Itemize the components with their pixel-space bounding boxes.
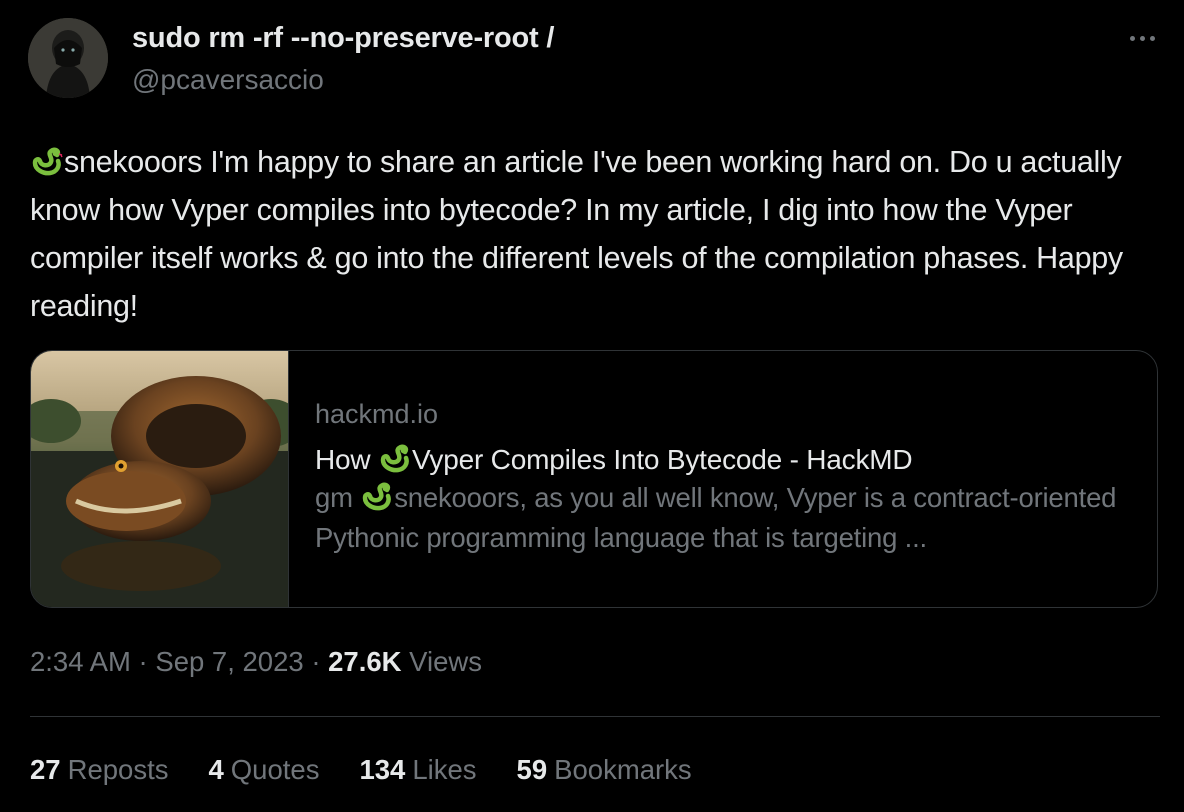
stat-count: 134 bbox=[359, 754, 406, 785]
stat-count: 4 bbox=[208, 754, 224, 785]
avatar[interactable] bbox=[28, 18, 108, 98]
card-title-suffix: Vyper Compiles Into Bytecode - HackMD bbox=[412, 444, 913, 475]
card-desc-suffix: snekooors, as you all well know, Vyper i… bbox=[315, 482, 1117, 553]
stat-bookmarks[interactable]: 59 Bookmarks bbox=[517, 754, 692, 786]
card-desc-prefix: gm bbox=[315, 482, 361, 513]
stat-likes[interactable]: 134 Likes bbox=[359, 754, 476, 786]
stat-reposts[interactable]: 27 Reposts bbox=[30, 754, 168, 786]
card-title-prefix: How bbox=[315, 444, 378, 475]
stat-label: Quotes bbox=[230, 754, 320, 785]
snake-icon bbox=[362, 482, 392, 511]
card-title: How Vyper Compiles Into Bytecode - HackM… bbox=[315, 443, 1145, 476]
views-label: Views bbox=[409, 646, 483, 677]
stat-label: Reposts bbox=[67, 754, 169, 785]
tweet-time[interactable]: 2:34 AM bbox=[30, 646, 131, 677]
stat-label: Likes bbox=[412, 754, 477, 785]
snake-icon bbox=[32, 147, 63, 176]
more-options-icon[interactable] bbox=[1124, 24, 1160, 52]
tweet-text: snekooors I'm happy to share an article … bbox=[30, 138, 1160, 330]
card-description: gm snekooors, as you all well know, Vype… bbox=[315, 478, 1145, 558]
tweet-date[interactable]: Sep 7, 2023 bbox=[155, 646, 303, 677]
stat-count: 27 bbox=[30, 754, 61, 785]
link-card[interactable]: hackmd.io How Vyper Compiles Into Byteco… bbox=[30, 350, 1158, 608]
handle[interactable]: @pcaversaccio bbox=[132, 64, 324, 96]
card-domain: hackmd.io bbox=[315, 399, 439, 429]
display-name[interactable]: sudo rm -rf --no-preserve-root / bbox=[132, 22, 554, 55]
tweet-body: snekooors I'm happy to share an article … bbox=[30, 145, 1123, 323]
meta-separator: · bbox=[311, 646, 321, 677]
meta-separator: · bbox=[138, 646, 148, 677]
stat-label: Bookmarks bbox=[554, 754, 692, 785]
stat-count: 59 bbox=[516, 754, 548, 785]
card-image[interactable] bbox=[31, 351, 289, 607]
snake-icon bbox=[380, 444, 409, 473]
tweet-meta: 2:34 AM · Sep 7, 2023 · 27.6K Views bbox=[30, 646, 482, 678]
divider bbox=[30, 716, 1160, 717]
views-count: 27.6K bbox=[328, 646, 402, 677]
stat-quotes[interactable]: 4 Quotes bbox=[208, 754, 319, 786]
engagement-stats: 27 Reposts 4 Quotes 134 Likes 59 Bookmarks bbox=[30, 754, 732, 786]
